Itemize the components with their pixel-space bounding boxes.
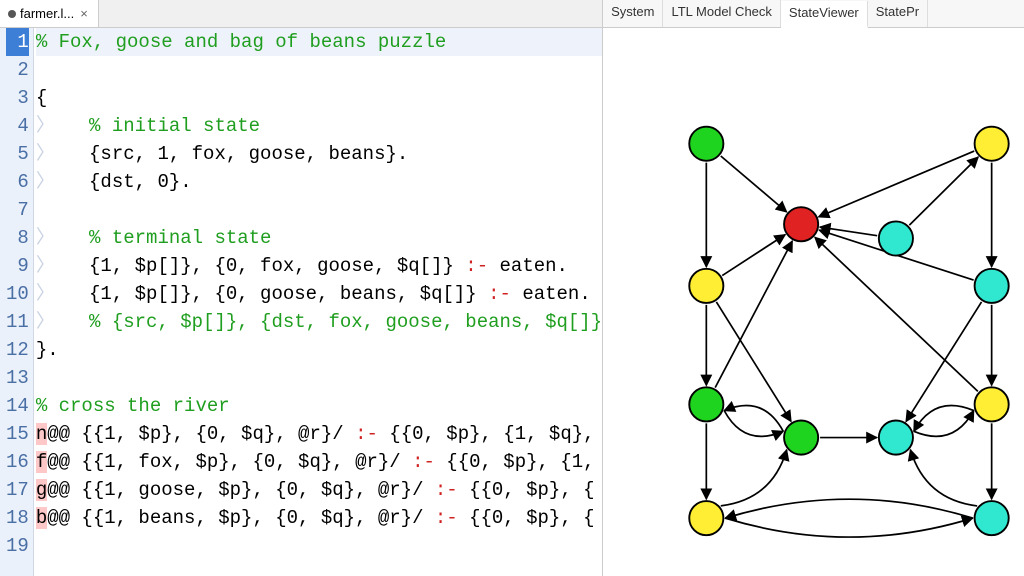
line-number: 16 — [6, 448, 29, 476]
code-line[interactable]: 〉 % initial state — [36, 112, 602, 140]
graph-node[interactable] — [879, 420, 913, 454]
file-tab-label: farmer.l... — [20, 6, 74, 21]
graph-edge — [910, 157, 979, 225]
code-line[interactable]: % Fox, goose and bag of beans puzzle — [36, 28, 602, 56]
code-line[interactable] — [36, 196, 602, 224]
code-line[interactable] — [36, 532, 602, 560]
graph-node[interactable] — [689, 269, 723, 303]
graph-node[interactable] — [784, 207, 818, 241]
line-number: 15 — [6, 420, 29, 448]
graph-edge — [820, 227, 877, 236]
code-line[interactable]: % cross the river — [36, 392, 602, 420]
close-icon[interactable]: × — [78, 6, 90, 21]
code-line[interactable]: 〉 % terminal state — [36, 224, 602, 252]
graph-edge — [724, 406, 783, 432]
graph-node[interactable] — [784, 420, 818, 454]
line-number: 12 — [6, 336, 29, 364]
file-tab-farmer[interactable]: farmer.l... × — [0, 0, 99, 27]
graph-node[interactable] — [689, 501, 723, 535]
code-line[interactable] — [36, 56, 602, 84]
graph-edge — [716, 302, 791, 422]
code-line[interactable]: }. — [36, 336, 602, 364]
graph-edge — [914, 406, 974, 432]
line-number: 5 — [6, 140, 29, 168]
line-number: 19 — [6, 532, 29, 560]
graph-edge — [715, 241, 792, 388]
right-pane: SystemLTL Model CheckStateViewerStatePr — [603, 0, 1024, 576]
file-tab-bar: farmer.l... × — [0, 0, 602, 28]
graph-node[interactable] — [975, 127, 1009, 161]
line-gutter: 12345678910111213141516171819 — [0, 28, 34, 576]
tab-system[interactable]: System — [603, 0, 663, 27]
graph-node[interactable] — [975, 501, 1009, 535]
graph-edge — [721, 156, 787, 212]
line-number: 8 — [6, 224, 29, 252]
graph-edge — [914, 411, 974, 437]
line-number: 1 — [6, 28, 29, 56]
line-number: 4 — [6, 112, 29, 140]
line-number: 2 — [6, 56, 29, 84]
state-graph-viewer[interactable] — [603, 28, 1024, 576]
graph-node[interactable] — [689, 387, 723, 421]
code-line[interactable]: b@@ {{1, beans, $p}, {0, $q}, @r}/ :- {{… — [36, 504, 602, 532]
graph-edge — [725, 518, 972, 537]
graph-node[interactable] — [975, 269, 1009, 303]
line-number: 14 — [6, 392, 29, 420]
code-line[interactable] — [36, 364, 602, 392]
graph-edge — [815, 237, 978, 391]
graph-edge — [721, 450, 787, 506]
graph-node[interactable] — [879, 221, 913, 255]
code-line[interactable]: 〉 {src, 1, fox, goose, beans}. — [36, 140, 602, 168]
line-number: 9 — [6, 252, 29, 280]
line-number: 11 — [6, 308, 29, 336]
line-number: 10 — [6, 280, 29, 308]
line-number: 13 — [6, 364, 29, 392]
code-line[interactable]: f@@ {{1, fox, $p}, {0, $q}, @r}/ :- {{0,… — [36, 448, 602, 476]
right-tab-bar: SystemLTL Model CheckStateViewerStatePr — [603, 0, 1024, 28]
code-line[interactable]: { — [36, 84, 602, 112]
line-number: 6 — [6, 168, 29, 196]
line-number: 17 — [6, 476, 29, 504]
editor-pane: farmer.l... × 12345678910111213141516171… — [0, 0, 603, 576]
tab-stateviewer[interactable]: StateViewer — [781, 1, 868, 28]
state-graph — [603, 28, 1024, 576]
graph-edge — [906, 302, 981, 422]
graph-edge — [724, 411, 783, 437]
line-number: 7 — [6, 196, 29, 224]
tab-statepr[interactable]: StatePr — [868, 0, 928, 27]
graph-edge — [722, 235, 785, 276]
code-line[interactable]: n@@ {{1, $p}, {0, $q}, @r}/ :- {{0, $p},… — [36, 420, 602, 448]
code-line[interactable]: g@@ {{1, goose, $p}, {0, $q}, @r}/ :- {{… — [36, 476, 602, 504]
code-line[interactable]: 〉 {dst, 0}. — [36, 168, 602, 196]
code-editor[interactable]: 12345678910111213141516171819 % Fox, goo… — [0, 28, 602, 576]
graph-node[interactable] — [975, 387, 1009, 421]
unsaved-dot-icon — [8, 10, 16, 18]
line-number: 18 — [6, 504, 29, 532]
graph-edge — [725, 499, 972, 518]
graph-edge — [911, 450, 978, 506]
line-number: 3 — [6, 84, 29, 112]
code-line[interactable]: 〉 % {src, $p[]}, {dst, fox, goose, beans… — [36, 308, 602, 336]
code-line[interactable]: 〉 {1, $p[]}, {0, fox, goose, $q[]} :- ea… — [36, 252, 602, 280]
graph-node[interactable] — [689, 127, 723, 161]
code-line[interactable]: 〉 {1, $p[]}, {0, goose, beans, $q[]} :- … — [36, 280, 602, 308]
code-area[interactable]: % Fox, goose and bag of beans puzzle {〉 … — [34, 28, 602, 576]
tab-ltl-model-check[interactable]: LTL Model Check — [663, 0, 780, 27]
